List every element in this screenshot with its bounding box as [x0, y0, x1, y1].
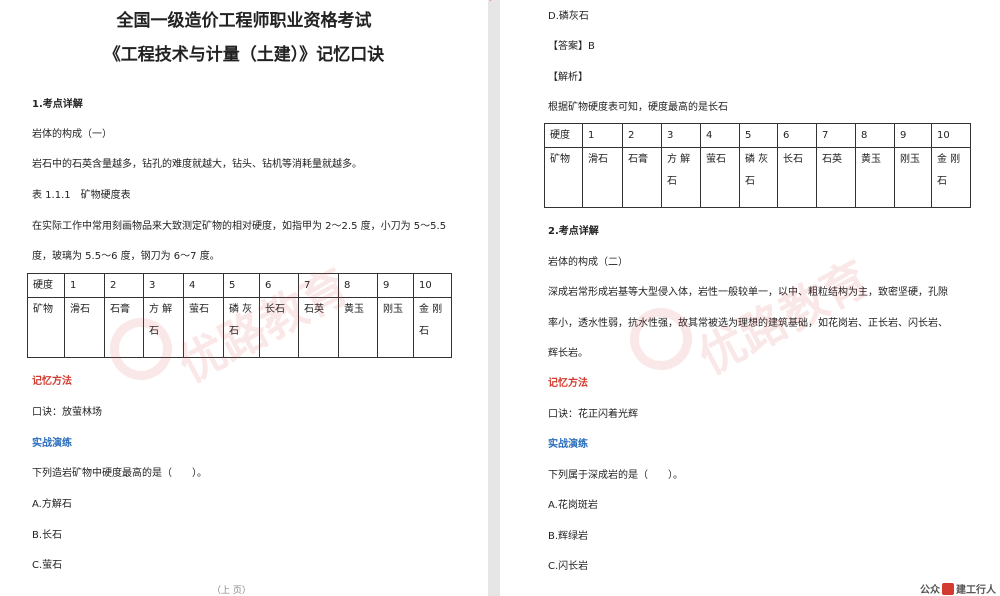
wechat-tag-prefix: 公众: [920, 585, 940, 596]
option-b: B.长石: [32, 530, 63, 541]
hardness-value-cell: 8: [855, 123, 895, 148]
answer-text: 【答案】B: [548, 41, 595, 52]
table-caption: 表 1.1.1 矿物硬度表: [32, 190, 131, 201]
hardness-value-cell: 5: [739, 123, 778, 148]
hardness-value-cell: 7: [816, 123, 856, 148]
mineral-name-cell: 黄玉: [338, 297, 378, 358]
wechat-account-tag: 公众 建工行人: [914, 578, 1000, 596]
table-row: 矿物 滑石 石膏方 解石萤石磷 灰石长石 石英 黄玉 刚玉金 刚石: [27, 297, 452, 358]
table-row-label: 矿物: [544, 147, 583, 208]
paragraph-line: 在实际工作中常用刻画物品来大致测定矿物的相对硬度，如指甲为 2～2.5 度，小刀…: [32, 221, 447, 232]
mnemonic-text: 口诀：放萤林场: [32, 407, 102, 418]
analysis-text: 根据矿物硬度表可知，硬度最高的是长石: [548, 102, 728, 113]
hardness-value-cell: 5: [223, 273, 260, 298]
hardness-value-cell: 2: [622, 123, 662, 148]
mineral-name-cell: 金 刚石: [413, 297, 452, 358]
option-d: D.磷灰石: [548, 11, 589, 22]
mineral-name-cell: 磷 灰石: [223, 297, 260, 358]
hardness-value-cell: 10: [931, 123, 971, 148]
mineral-name-cell: 石英: [298, 297, 339, 358]
mineral-name-cell: 滑石: [64, 297, 105, 358]
hardness-value-cell: 4: [700, 123, 740, 148]
hardness-value-cell: 4: [183, 273, 224, 298]
hardness-value-cell: 9: [377, 273, 414, 298]
practice-heading: 实战演练: [32, 438, 72, 449]
paragraph-line: 辉长岩。: [548, 348, 588, 359]
mineral-name-cell: 金 刚石: [931, 147, 971, 208]
watermark-text: 优路教育: [689, 250, 878, 385]
analysis-label: 【解析】: [548, 72, 588, 83]
memory-method-heading: 记忆方法: [32, 376, 72, 387]
practice-heading: 实战演练: [548, 439, 588, 450]
mineral-name-cell: 萤石: [700, 147, 740, 208]
mineral-name-cell: 长石: [259, 297, 299, 358]
question-text: 下列造岩矿物中硬度最高的是（ ）。: [32, 468, 207, 479]
mineral-name-cell: 方 解石: [661, 147, 701, 208]
option-b: B.辉绿岩: [548, 531, 589, 542]
table-row: 硬度 1 2 3 4 5 6 7 8 9 10: [27, 273, 452, 298]
hardness-value-cell: 6: [259, 273, 299, 298]
hardness-value-cell: 2: [104, 273, 144, 298]
mineral-name-cell: 黄玉: [855, 147, 895, 208]
paragraph: 岩石中的石英含量越多，钻孔的难度就越大，钻头、钻机等消耗量就越多。: [32, 159, 362, 170]
table-header-label: 硬度: [544, 123, 583, 148]
section-heading: 2.考点详解: [548, 226, 599, 237]
option-c: C.闪长岩: [548, 561, 589, 572]
wechat-tag-name: 建工行人: [956, 585, 996, 596]
topic-heading: 岩体的构成（一）: [32, 129, 112, 140]
page-footer: （上 页）: [212, 586, 251, 596]
mnemonic-text: 口诀：花正闪着光辉: [548, 409, 638, 420]
hardness-value-cell: 8: [338, 273, 378, 298]
document-subtitle: 《工程技术与计量（土建）》记忆口诀: [103, 45, 385, 65]
mineral-name-cell: 方 解石: [143, 297, 184, 358]
hardness-value-cell: 6: [777, 123, 817, 148]
mineral-name-cell: 刚玉: [894, 147, 932, 208]
mineral-name-cell: 石英: [816, 147, 856, 208]
watermark-logo-icon: [619, 297, 703, 381]
memory-method-heading: 记忆方法: [548, 378, 588, 389]
table-header-label: 硬度: [27, 273, 65, 298]
document-title: 全国一级造价工程师职业资格考试: [116, 11, 372, 31]
option-a: A.花岗斑岩: [548, 500, 598, 511]
mineral-name-cell: 石膏: [104, 297, 144, 358]
hardness-value-cell: 1: [582, 123, 623, 148]
mineral-name-cell: 滑石: [582, 147, 623, 208]
table-row-label: 矿物: [27, 297, 65, 358]
table-row: 矿物 滑石 石膏方 解石萤石磷 灰石长石 石英 黄玉 刚玉金 刚石: [544, 147, 971, 208]
hardness-value-cell: 3: [143, 273, 184, 298]
topic-heading: 岩体的构成（二）: [548, 257, 628, 268]
table-row: 硬度 1 2 3 4 5 6 7 8 9 10: [544, 123, 971, 148]
option-c: C.萤石: [32, 560, 63, 571]
hardness-value-cell: 10: [413, 273, 452, 298]
section-heading: 1.考点详解: [32, 99, 83, 110]
question-text: 下列属于深成岩的是（ ）。: [548, 470, 683, 481]
paragraph-line: 深成岩常形成岩基等大型侵入体，岩性一般较单一，以中、粗粒结构为主，致密坚硬，孔隙: [548, 287, 948, 298]
hardness-value-cell: 1: [64, 273, 105, 298]
mineral-hardness-table: 硬度 1 2 3 4 5 6 7 8 9 10 矿物 滑石 石膏方 解石萤石磷 灰石长石 石英 黄玉 刚玉金 …: [544, 123, 971, 208]
mineral-name-cell: 刚玉: [377, 297, 414, 358]
mineral-name-cell: 萤石: [183, 297, 224, 358]
hardness-value-cell: 7: [298, 273, 339, 298]
document-page-left: 全国一级造价工程师职业资格考试 《工程技术与计量（土建）》记忆口诀 1.考点详解…: [0, 0, 488, 596]
paragraph-line: 率小，透水性弱，抗水性强，故其常被选为理想的建筑基础，如花岗岩、正长岩、闪长岩、: [548, 318, 948, 329]
hardness-value-cell: 9: [894, 123, 932, 148]
option-a: A.方解石: [32, 499, 72, 510]
paragraph-line: 度，玻璃为 5.5～6 度，钢刀为 6～7 度。: [32, 251, 220, 262]
mineral-name-cell: 长石: [777, 147, 817, 208]
document-page-right: D.磷灰石 【答案】B 【解析】 根据矿物硬度表可知，硬度最高的是长石 硬度 1 2…: [500, 0, 1000, 596]
mineral-name-cell: 石膏: [622, 147, 662, 208]
hardness-value-cell: 3: [661, 123, 701, 148]
mineral-hardness-table: 硬度 1 2 3 4 5 6 7 8 9 10 矿物 滑石 石膏方 解石萤石磷 灰石长石 石英 黄玉 刚玉金 …: [27, 273, 452, 358]
mineral-name-cell: 磷 灰石: [739, 147, 778, 208]
wechat-icon: [942, 583, 954, 595]
